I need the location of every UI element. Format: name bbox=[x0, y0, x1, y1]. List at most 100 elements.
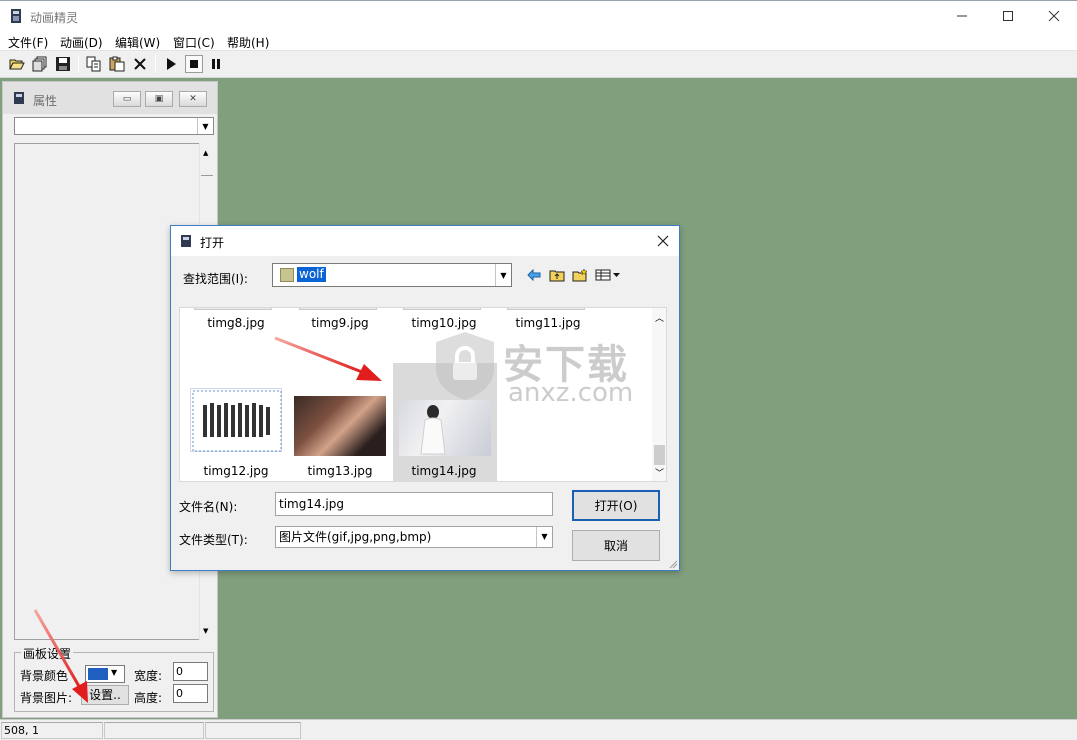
image-thumbnail[interactable] bbox=[190, 388, 282, 452]
copy-button[interactable] bbox=[85, 55, 103, 73]
filetype-value: 图片文件(gif,jpg,png,bmp) bbox=[279, 530, 432, 544]
new-folder-button[interactable] bbox=[570, 266, 590, 284]
open-folder-button[interactable] bbox=[8, 55, 26, 73]
save-button[interactable] bbox=[54, 55, 72, 73]
app-icon bbox=[180, 234, 192, 251]
close-icon bbox=[1048, 10, 1060, 22]
look-in-value: wolf bbox=[297, 267, 326, 282]
menu-edit[interactable]: 编辑(W) bbox=[115, 34, 160, 51]
maximize-button[interactable] bbox=[985, 1, 1031, 31]
paste-icon bbox=[109, 56, 125, 72]
restore-icon: ▣ bbox=[154, 94, 164, 104]
properties-minimize-button[interactable]: ▭ bbox=[113, 91, 141, 107]
play-button[interactable] bbox=[162, 55, 180, 73]
menu-window[interactable]: 窗口(C) bbox=[173, 34, 215, 51]
bg-color-picker[interactable]: ▼ bbox=[85, 665, 125, 683]
status-coords: 508, 1 bbox=[1, 722, 103, 739]
resize-grip-icon[interactable] bbox=[668, 559, 678, 569]
scroll-up-icon[interactable]: ▲ bbox=[203, 149, 208, 157]
status-bar: 508, 1 bbox=[0, 719, 1077, 740]
file-list[interactable]: timg8.jpg timg9.jpg timg10.jpg timg11.jp… bbox=[179, 307, 667, 482]
look-in-label: 查找范围(I): bbox=[183, 272, 248, 286]
file-item[interactable]: timg9.jpg bbox=[288, 316, 392, 330]
canvas-settings-label: 画板设置 bbox=[21, 645, 74, 662]
view-list-icon bbox=[595, 269, 620, 281]
file-list-scrollbar[interactable]: ︿ ﹀ bbox=[652, 308, 666, 481]
stop-button[interactable] bbox=[185, 55, 203, 73]
menu-help[interactable]: 帮助(H) bbox=[227, 34, 269, 51]
delete-icon bbox=[134, 58, 146, 70]
delete-button[interactable] bbox=[131, 55, 149, 73]
close-button[interactable] bbox=[1031, 1, 1077, 31]
minimize-icon: ▭ bbox=[122, 94, 132, 104]
set-bg-image-button[interactable]: 设置.. bbox=[81, 685, 129, 705]
shield-lock-icon bbox=[436, 332, 494, 400]
play-icon bbox=[167, 58, 176, 70]
properties-titlebar: 属性 ▭ ▣ ✕ bbox=[3, 82, 217, 114]
toolbar bbox=[0, 51, 1077, 78]
app-icon bbox=[9, 8, 23, 24]
file-item[interactable]: timg13.jpg bbox=[288, 464, 392, 478]
bg-color-swatch bbox=[88, 668, 108, 680]
open-file-dialog: 打开 查找范围(I): wolf ▼ timg8.jpg timg9.jpg t… bbox=[170, 225, 680, 571]
open-multiple-button[interactable] bbox=[31, 55, 49, 73]
app-title: 动画精灵 bbox=[30, 11, 79, 25]
up-folder-icon bbox=[549, 270, 565, 282]
cancel-button[interactable]: 取消 bbox=[572, 530, 660, 561]
scroll-down-icon[interactable]: ﹀ bbox=[655, 466, 664, 479]
properties-close-button[interactable]: ✕ bbox=[179, 91, 207, 107]
filename-input[interactable]: timg14.jpg bbox=[275, 492, 553, 516]
up-folder-button[interactable] bbox=[547, 266, 567, 284]
maximize-icon bbox=[1003, 11, 1013, 21]
dialog-titlebar: 打开 bbox=[171, 226, 679, 256]
open-button[interactable]: 打开(O) bbox=[572, 490, 660, 521]
minimize-button[interactable] bbox=[939, 1, 985, 31]
file-item[interactable]: timg12.jpg bbox=[184, 464, 288, 478]
folder-icon bbox=[280, 268, 294, 282]
width-label: 宽度: bbox=[134, 669, 163, 683]
menu-bar: 文件(F) 动画(D) 编辑(W) 窗口(C) 帮助(H) bbox=[0, 31, 1077, 51]
filetype-select[interactable]: 图片文件(gif,jpg,png,bmp) ▼ bbox=[275, 526, 553, 548]
save-icon bbox=[56, 57, 70, 71]
paste-button[interactable] bbox=[108, 55, 126, 73]
stop-icon bbox=[190, 60, 198, 68]
properties-app-icon bbox=[13, 91, 25, 108]
file-item-selected[interactable]: timg14.jpg bbox=[392, 464, 496, 478]
width-input[interactable]: 0 bbox=[173, 662, 208, 681]
scroll-down-icon[interactable]: ▼ bbox=[203, 627, 208, 635]
dialog-close-button[interactable] bbox=[651, 230, 675, 252]
scroll-thumb[interactable] bbox=[654, 445, 665, 465]
back-button[interactable] bbox=[524, 266, 544, 284]
watermark: 安下载 anxz.com bbox=[430, 328, 645, 408]
scroll-up-icon[interactable]: ︿ bbox=[655, 311, 664, 324]
status-cell-3 bbox=[205, 722, 301, 739]
status-cell-2 bbox=[104, 722, 204, 739]
object-select[interactable]: ▼ bbox=[14, 117, 214, 135]
file-item[interactable]: timg8.jpg bbox=[184, 316, 288, 330]
pause-button[interactable] bbox=[207, 55, 225, 73]
open-folder-icon bbox=[9, 59, 25, 70]
close-icon bbox=[657, 235, 669, 247]
open-multiple-icon bbox=[32, 56, 47, 72]
close-icon: ✕ bbox=[189, 94, 197, 104]
minimize-icon bbox=[957, 15, 967, 17]
menu-animation[interactable]: 动画(D) bbox=[60, 34, 103, 51]
bg-color-label: 背景颜色 bbox=[20, 669, 69, 683]
dialog-title: 打开 bbox=[200, 236, 225, 250]
watermark-en: anxz.com bbox=[508, 378, 634, 408]
bg-image-label: 背景图片: bbox=[20, 691, 73, 705]
height-input[interactable]: 0 bbox=[173, 684, 208, 703]
menu-file[interactable]: 文件(F) bbox=[8, 34, 48, 51]
chevron-down-icon: ▼ bbox=[197, 118, 213, 134]
filename-label: 文件名(N): bbox=[179, 500, 238, 514]
look-in-select[interactable]: wolf ▼ bbox=[272, 263, 512, 287]
image-thumbnail[interactable] bbox=[294, 396, 386, 456]
chevron-down-icon: ▼ bbox=[111, 668, 118, 677]
view-menu-button[interactable] bbox=[594, 266, 622, 284]
app-titlebar: 动画精灵 bbox=[0, 0, 1077, 31]
image-thumbnail[interactable] bbox=[399, 400, 491, 456]
properties-title: 属性 bbox=[33, 94, 58, 108]
chevron-down-icon: ▼ bbox=[495, 264, 511, 286]
copy-icon bbox=[86, 56, 101, 72]
properties-restore-button[interactable]: ▣ bbox=[145, 91, 173, 107]
